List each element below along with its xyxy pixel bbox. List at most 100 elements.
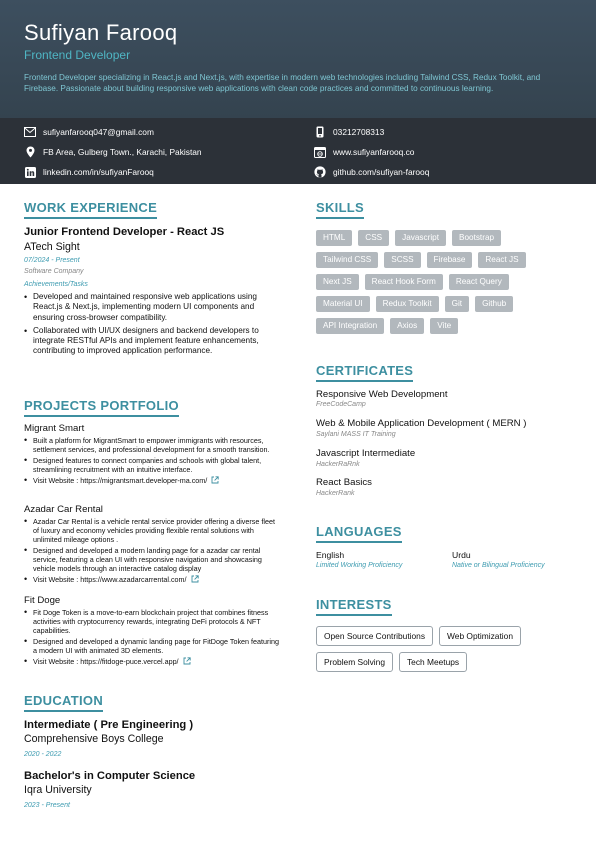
company-name: ATech Sight	[24, 241, 80, 253]
skill-tag: HTML	[316, 230, 353, 246]
contact-github[interactable]: github.com/sufiyan-farooq	[314, 165, 429, 179]
interests-list: Open Source Contributions Web Optimizati…	[316, 626, 566, 672]
interest-tag: Tech Meetups	[398, 652, 468, 672]
contact-email[interactable]: sufiyanfarooq047@gmail.com	[24, 125, 154, 139]
section-underline	[24, 414, 179, 417]
linkedin-icon	[24, 166, 36, 178]
job-dates: 07/2024 - Present	[24, 257, 80, 264]
interests-heading: INTERESTS	[316, 597, 392, 616]
phone-text: 03212708313	[333, 127, 385, 137]
interest-tag: Open Source Contributions	[316, 626, 434, 646]
skill-tag: React JS	[478, 252, 526, 268]
interest-tag: Web Optimization	[439, 626, 521, 646]
contact-phone[interactable]: 03212708313	[314, 125, 384, 139]
project-link[interactable]: Visit Website : https://migrantsmart.dev…	[24, 476, 280, 485]
email-text: sufiyanfarooq047@gmail.com	[43, 127, 154, 137]
edu-degree: Bachelor's in Computer Science	[24, 770, 196, 782]
candidate-role: Frontend Developer	[24, 48, 131, 62]
work-experience-heading: WORK EXPERIENCE	[24, 200, 158, 219]
contact-linkedin[interactable]: linkedin.com/in/sufiyanFarooq	[24, 165, 154, 179]
languages-heading: LANGUAGES	[316, 524, 402, 543]
list-item: Azadar Car Rental is a vehicle rental se…	[24, 517, 280, 544]
skill-tag: Git	[444, 296, 470, 312]
skill-tag: Github	[475, 296, 514, 312]
section-underline	[316, 613, 392, 616]
language-name: Urdu	[452, 550, 471, 560]
profile-summary: Frontend Developer specializing in React…	[24, 73, 541, 94]
certificate-issuer: HackerRank	[316, 490, 355, 497]
education-heading: EDUCATION	[24, 693, 104, 712]
edu-dates: 2023 - Present	[24, 802, 70, 809]
section-underline	[24, 709, 104, 712]
section-underline	[24, 216, 158, 219]
contact-bar: sufiyanfarooq047@gmail.com 03212708313 F…	[0, 118, 596, 184]
list-item: Designed features to connect companies a…	[24, 456, 280, 474]
project-name: Migrant Smart	[24, 423, 85, 434]
skill-tag: React Query	[448, 274, 509, 290]
certificate-issuer: HackerRaRnk	[316, 461, 360, 468]
contact-website[interactable]: www.sufiyanfarooq.co	[314, 145, 414, 159]
certificate-issuer: FreeCodeCamp	[316, 401, 366, 408]
edu-degree: Intermediate ( Pre Engineering )	[24, 719, 194, 731]
project-bullets: Built a platform for MigrantSmart to emp…	[24, 436, 280, 487]
external-link-icon	[211, 476, 219, 484]
candidate-name: Sufiyan Farooq	[24, 20, 178, 45]
section-underline	[316, 216, 365, 219]
job-title: Junior Frontend Developer - React JS	[24, 226, 225, 238]
list-item: Developed and maintained responsive web …	[24, 292, 280, 323]
edu-school: Iqra University	[24, 784, 92, 796]
list-item: Collaborated with UI/UX designers and ba…	[24, 326, 280, 357]
language-level: Native or Bilingual Proficiency	[452, 562, 545, 569]
edu-school: Comprehensive Boys College	[24, 733, 164, 745]
company-type: Software Company	[24, 268, 84, 275]
skills-heading: SKILLS	[316, 200, 365, 219]
section-underline	[316, 379, 414, 382]
achievements-label: Achievements/Tasks	[24, 281, 88, 288]
skill-tag: SCSS	[384, 252, 421, 268]
list-item: Built a platform for MigrantSmart to emp…	[24, 436, 280, 454]
project-name: Azadar Car Rental	[24, 504, 103, 515]
language-name: English	[316, 550, 345, 560]
certificate-name: Responsive Web Development	[316, 389, 448, 400]
skill-tag: Tailwind CSS	[316, 252, 379, 268]
certificates-heading: CERTIFICATES	[316, 363, 414, 382]
skill-tag: CSS	[358, 230, 390, 246]
skill-tag: Javascript	[395, 230, 446, 246]
list-item: Designed and developed a dynamic landing…	[24, 637, 280, 655]
linkedin-text: linkedin.com/in/sufiyanFarooq	[43, 167, 154, 177]
certificate-issuer: Saylani MASS IT Training	[316, 431, 396, 438]
resume-header: Sufiyan Farooq Frontend Developer Fronte…	[0, 0, 596, 118]
section-underline	[316, 540, 402, 543]
globe-icon	[314, 146, 326, 158]
address-text: FB Area, Gulberg Town., Karachi, Pakista…	[43, 147, 202, 157]
projects-heading: PROJECTS PORTFOLIO	[24, 398, 179, 417]
list-item: Designed and developed a modern landing …	[24, 546, 280, 573]
github-icon	[314, 166, 326, 178]
project-link[interactable]: Visit Website : https://www.azadarcarren…	[24, 575, 280, 584]
location-icon	[24, 146, 36, 158]
skills-list: HTML CSS Javascript Bootstrap Tailwind C…	[316, 230, 566, 334]
project-link[interactable]: Visit Website : https://fitdoge-puce.ver…	[24, 657, 280, 666]
certificate-name: Web & Mobile Application Development ( M…	[316, 418, 527, 429]
skill-tag: Vite	[430, 318, 459, 334]
project-bullets: Fit Doge Token is a move-to-earn blockch…	[24, 608, 280, 668]
external-link-icon	[191, 575, 199, 583]
skill-tag: Redux Toolkit	[375, 296, 439, 312]
project-bullets: Azadar Car Rental is a vehicle rental se…	[24, 517, 280, 586]
edu-dates: 2020 - 2022	[24, 751, 62, 758]
language-level: Limited Working Proficiency	[316, 562, 403, 569]
skill-tag: Next JS	[316, 274, 359, 290]
skill-tag: Bootstrap	[452, 230, 502, 246]
skill-tag: Material UI	[316, 296, 370, 312]
list-item: Fit Doge Token is a move-to-earn blockch…	[24, 608, 280, 635]
skill-tag: React Hook Form	[364, 274, 443, 290]
interest-tag: Problem Solving	[316, 652, 393, 672]
certificate-name: React Basics	[316, 477, 372, 488]
certificate-name: Javascript Intermediate	[316, 448, 416, 459]
work-bullets: Developed and maintained responsive web …	[24, 292, 280, 360]
project-name: Fit Doge	[24, 595, 61, 606]
mail-icon	[24, 126, 36, 138]
external-link-icon	[183, 657, 191, 665]
github-text: github.com/sufiyan-farooq	[333, 167, 430, 177]
skill-tag: API Integration	[316, 318, 385, 334]
